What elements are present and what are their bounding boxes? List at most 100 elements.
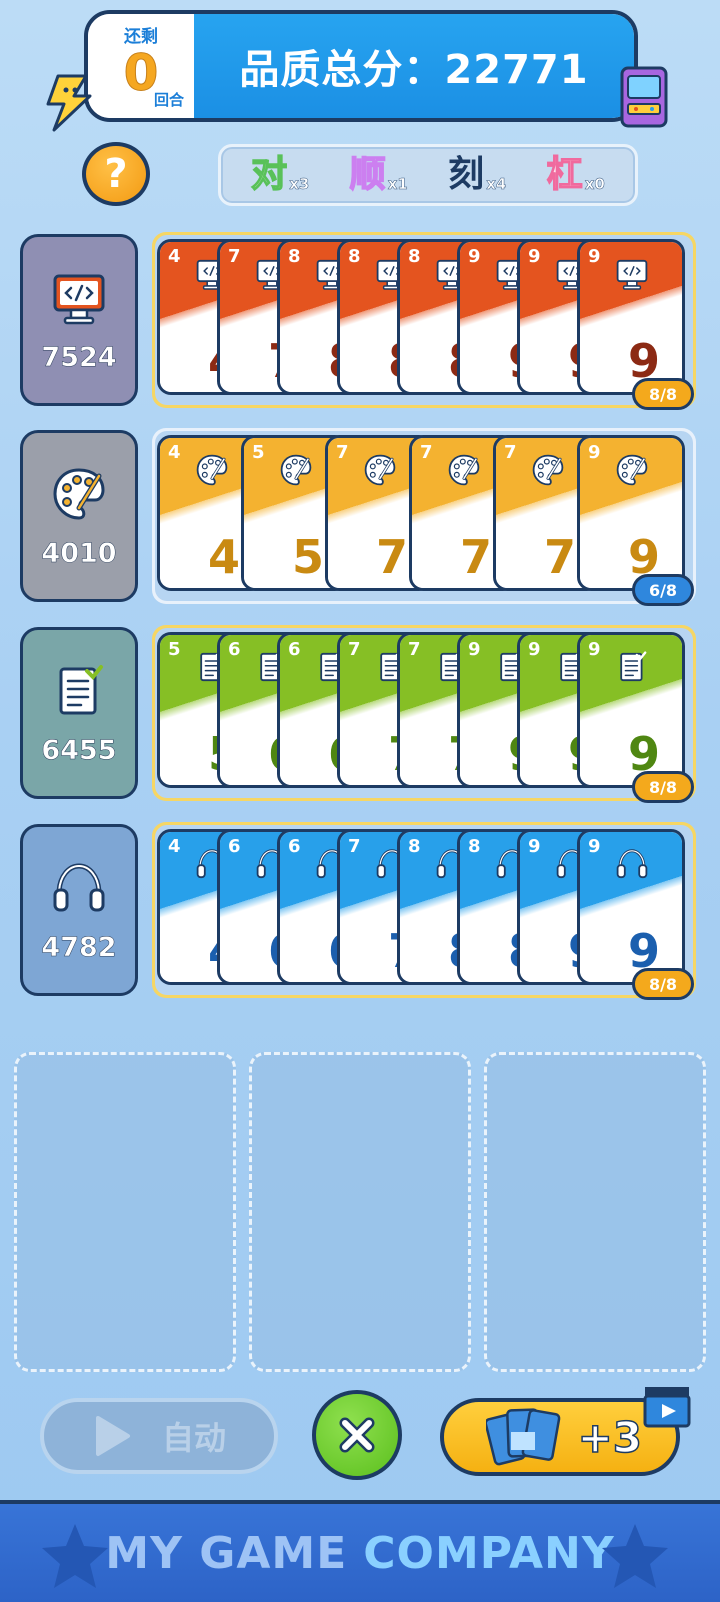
monitor-code-icon bbox=[49, 268, 109, 328]
card-corner-value: 7 bbox=[228, 246, 241, 267]
card-corner-value: 9 bbox=[528, 639, 541, 660]
card-corner-value: 6 bbox=[288, 639, 301, 660]
card-corner-value: 9 bbox=[588, 246, 601, 267]
card-corner-value: 7 bbox=[348, 639, 361, 660]
card-tray-doc: 5566667777999999 bbox=[152, 625, 696, 801]
card-doc[interactable]: 99 bbox=[577, 632, 685, 788]
card-stack-icon bbox=[486, 1408, 561, 1466]
card-corner-value: 6 bbox=[228, 639, 241, 660]
rounds-remaining: 还剩 0 回合 bbox=[88, 14, 194, 118]
card-corner-value: 6 bbox=[288, 836, 301, 857]
total-score-panel: 品质总分：22771 bbox=[194, 14, 634, 118]
palette-icon bbox=[194, 452, 232, 486]
close-icon bbox=[339, 1417, 375, 1453]
card-corner-value: 9 bbox=[468, 639, 481, 660]
rounds-label: 回合 bbox=[153, 91, 184, 109]
card-corner-value: 8 bbox=[348, 246, 361, 267]
combo-quad-count: x0 bbox=[584, 175, 605, 194]
card-corner-value: 6 bbox=[228, 836, 241, 857]
suit-score: 7524 bbox=[41, 341, 117, 373]
palette-icon bbox=[278, 452, 316, 486]
palette-icon bbox=[446, 452, 484, 486]
empty-slot-2[interactable] bbox=[249, 1052, 471, 1372]
close-button[interactable] bbox=[312, 1390, 402, 1480]
card-corner-value: 9 bbox=[528, 246, 541, 267]
card-corner-value: 9 bbox=[588, 442, 601, 463]
video-ad-icon bbox=[643, 1387, 691, 1428]
card-value: 4 bbox=[207, 530, 240, 584]
combo-pair-label: 对 bbox=[250, 154, 288, 196]
card-corner-value: 7 bbox=[504, 442, 517, 463]
card-code[interactable]: 99 bbox=[577, 239, 685, 395]
star-decor-icon bbox=[42, 1524, 108, 1588]
row-capacity-badge: 8/8 bbox=[632, 968, 694, 1000]
card-corner-value: 4 bbox=[168, 246, 181, 267]
combo-straight-count: x1 bbox=[387, 175, 408, 194]
combo-quad: 杠 x0 bbox=[546, 154, 605, 196]
card-corner-value: 9 bbox=[588, 639, 601, 660]
card-corner-value: 4 bbox=[168, 442, 181, 463]
suit-score: 4782 bbox=[41, 931, 117, 963]
card-audio[interactable]: 99 bbox=[577, 829, 685, 985]
combo-triple: 刻 x4 bbox=[448, 155, 506, 195]
total-score: 品质总分：22771 bbox=[239, 47, 589, 93]
auto-play-button[interactable]: 自动 bbox=[40, 1398, 278, 1474]
combo-straight: 顺 x1 bbox=[349, 154, 408, 196]
brand-name-part1: MY GAME bbox=[105, 1527, 348, 1579]
suit-score: 4010 bbox=[41, 537, 117, 569]
brand-name-part2: COMPANY bbox=[363, 1527, 615, 1579]
card-corner-value: 7 bbox=[336, 442, 349, 463]
card-art[interactable]: 99 bbox=[577, 435, 685, 591]
card-corner-value: 9 bbox=[528, 836, 541, 857]
card-corner-value: 9 bbox=[588, 836, 601, 857]
help-button[interactable]: ? bbox=[82, 142, 150, 206]
card-corner-value: 9 bbox=[468, 246, 481, 267]
score-header: 还剩 0 回合 品质总分：22771 bbox=[84, 10, 638, 122]
palette-icon bbox=[614, 452, 652, 486]
headphones-icon bbox=[49, 858, 109, 918]
combo-pair-count: x3 bbox=[289, 175, 310, 194]
card-tray-audio: 4466667788889999 bbox=[152, 822, 696, 998]
lightning-mascot-icon bbox=[46, 74, 92, 132]
arcade-machine-icon bbox=[620, 66, 668, 128]
suit-score: 6455 bbox=[41, 734, 117, 766]
suit-tile-doc: 6455 bbox=[20, 627, 138, 799]
footer-banner: MY GAME COMPANY bbox=[0, 1500, 720, 1602]
row-capacity-badge: 8/8 bbox=[632, 771, 694, 803]
card-tray-code: 4477888888999999 bbox=[152, 232, 696, 408]
card-value: 5 bbox=[291, 530, 324, 584]
combo-straight-label: 顺 bbox=[349, 154, 387, 196]
suit-tile-code: 7524 bbox=[20, 234, 138, 406]
palette-icon bbox=[362, 452, 400, 486]
row-capacity-badge: 8/8 bbox=[632, 378, 694, 410]
combo-triple-count: x4 bbox=[486, 175, 507, 194]
empty-slot-3[interactable] bbox=[484, 1052, 706, 1372]
card-corner-value: 5 bbox=[252, 442, 265, 463]
suit-tile-art: 4010 bbox=[20, 430, 138, 602]
card-corner-value: 4 bbox=[168, 836, 181, 857]
card-corner-value: 7 bbox=[408, 639, 421, 660]
card-corner-value: 7 bbox=[420, 442, 433, 463]
card-corner-value: 8 bbox=[408, 246, 421, 267]
suit-tile-audio: 4782 bbox=[20, 824, 138, 996]
auto-play-label: 自动 bbox=[161, 1419, 226, 1457]
card-value: 7 bbox=[375, 530, 408, 584]
card-corner-value: 8 bbox=[288, 246, 301, 267]
star-decor-icon bbox=[602, 1524, 668, 1588]
card-corner-value: 8 bbox=[468, 836, 481, 857]
combo-counter: 对 x3 顺 x1 刻 x4 杠 x0 bbox=[218, 144, 638, 206]
document-icon bbox=[49, 661, 109, 721]
card-value: 7 bbox=[543, 530, 576, 584]
document-icon bbox=[614, 649, 652, 683]
combo-pair: 对 x3 bbox=[250, 154, 310, 196]
play-icon bbox=[95, 1416, 130, 1456]
palette-icon bbox=[530, 452, 568, 486]
card-value: 7 bbox=[459, 530, 492, 584]
monitor-code-icon bbox=[614, 256, 652, 290]
row-capacity-badge: 6/8 bbox=[632, 574, 694, 606]
card-tray-art: 445577777799 bbox=[152, 428, 696, 604]
card-corner-value: 8 bbox=[408, 836, 421, 857]
add-cards-label: +3 bbox=[577, 1412, 643, 1463]
palette-icon bbox=[49, 464, 109, 524]
empty-slot-1[interactable] bbox=[14, 1052, 236, 1372]
